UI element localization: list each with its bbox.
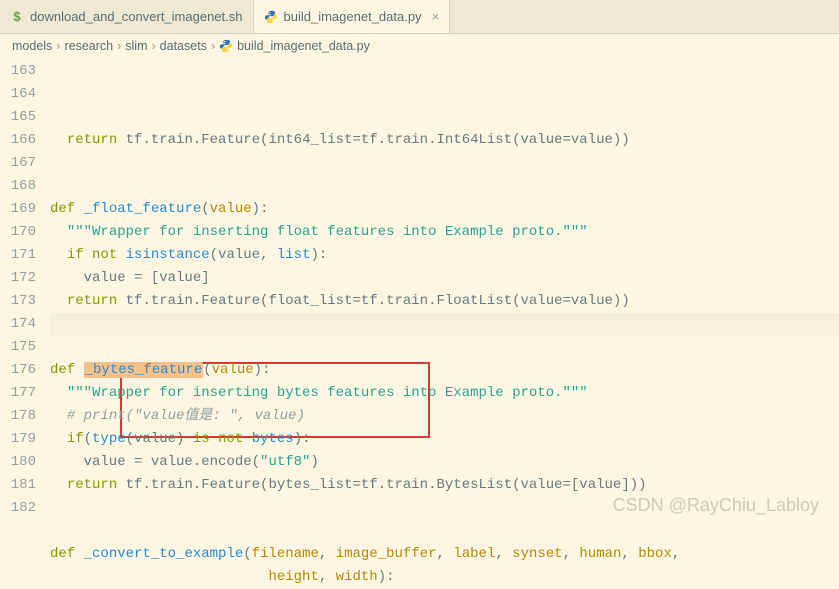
code-line[interactable] (50, 313, 839, 336)
breadcrumb-part[interactable]: slim (125, 39, 147, 53)
breadcrumb-file[interactable]: build_imagenet_data.py (237, 39, 370, 53)
code-line[interactable]: def _bytes_feature(value): (50, 359, 839, 382)
breadcrumb: models › research › slim › datasets › bu… (0, 34, 839, 58)
line-number: 169 (0, 198, 36, 221)
code-line[interactable]: """Wrapper for inserting float features … (50, 221, 839, 244)
line-number: 167 (0, 152, 36, 175)
line-number: 181 (0, 474, 36, 497)
tab-build-imagenet[interactable]: build_imagenet_data.py × (254, 0, 451, 33)
shell-icon: $ (10, 10, 24, 24)
code-line[interactable]: def _convert_to_example(filename, image_… (50, 543, 839, 566)
line-number: 170 (0, 221, 36, 244)
line-number: 182 (0, 497, 36, 520)
code-area[interactable]: return tf.train.Feature(int64_list=tf.tr… (50, 58, 839, 536)
code-line[interactable] (50, 336, 839, 359)
line-number: 176 (0, 359, 36, 382)
breadcrumb-part[interactable]: research (64, 39, 113, 53)
code-line[interactable]: return tf.train.Feature(bytes_list=tf.tr… (50, 474, 839, 497)
chevron-right-icon: › (152, 39, 156, 53)
chevron-right-icon: › (211, 39, 215, 53)
code-line[interactable]: return tf.train.Feature(int64_list=tf.tr… (50, 129, 839, 152)
code-line[interactable] (50, 152, 839, 175)
line-number: 180 (0, 451, 36, 474)
python-icon (264, 10, 278, 24)
breadcrumb-part[interactable]: models (12, 39, 52, 53)
line-number: 172 (0, 267, 36, 290)
chevron-right-icon: › (117, 39, 121, 53)
line-number: 165 (0, 106, 36, 129)
line-number: 168 (0, 175, 36, 198)
tab-label: download_and_convert_imagenet.sh (30, 9, 243, 24)
tab-bar: $ download_and_convert_imagenet.sh build… (0, 0, 839, 34)
code-line[interactable]: def _float_feature(value): (50, 198, 839, 221)
code-line[interactable]: value = [value] (50, 267, 839, 290)
code-line[interactable]: if not isinstance(value, list): (50, 244, 839, 267)
code-line[interactable]: value = value.encode("utf8") (50, 451, 839, 474)
close-icon[interactable]: × (432, 9, 440, 24)
line-number: 163 (0, 60, 36, 83)
code-line[interactable]: return tf.train.Feature(float_list=tf.tr… (50, 290, 839, 313)
code-line[interactable]: """Wrapper for inserting bytes features … (50, 382, 839, 405)
line-number: 173 (0, 290, 36, 313)
line-gutter: 1631641651661671681691701711721731741751… (0, 58, 50, 536)
breadcrumb-part[interactable]: datasets (160, 39, 207, 53)
code-line[interactable] (50, 497, 839, 520)
line-number: 164 (0, 83, 36, 106)
chevron-right-icon: › (56, 39, 60, 53)
line-number: 178 (0, 405, 36, 428)
line-number: 177 (0, 382, 36, 405)
code-line[interactable]: # print("value值是: ", value) (50, 405, 839, 428)
line-number: 174 (0, 313, 36, 336)
line-number: 166 (0, 129, 36, 152)
code-line[interactable]: if(type(value) is not bytes): (50, 428, 839, 451)
code-line[interactable]: height, width): (50, 566, 839, 589)
code-line[interactable] (50, 520, 839, 543)
line-number: 175 (0, 336, 36, 359)
line-number: 171 (0, 244, 36, 267)
editor[interactable]: 1631641651661671681691701711721731741751… (0, 58, 839, 536)
python-icon (219, 39, 233, 53)
line-number: 179 (0, 428, 36, 451)
code-line[interactable] (50, 175, 839, 198)
tab-label: build_imagenet_data.py (284, 9, 422, 24)
tab-download-script[interactable]: $ download_and_convert_imagenet.sh (0, 0, 254, 33)
